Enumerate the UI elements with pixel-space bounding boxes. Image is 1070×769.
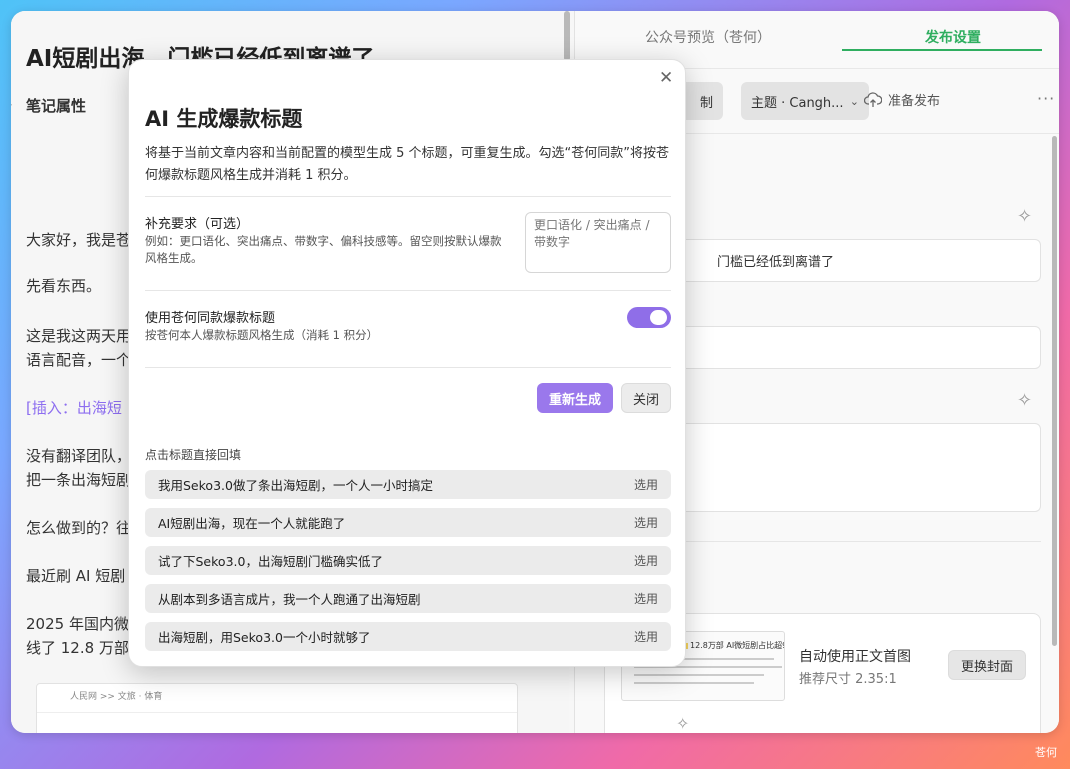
embed-caption: 人民网 >> 文旅 · 体育: [70, 692, 163, 702]
embedded-image: 人民网 >> 文旅 · 体育: [36, 683, 518, 733]
title-option[interactable]: 从剧本到多语言成片，我一个人跑通了出海短剧 选用: [145, 584, 671, 613]
close-icon[interactable]: ✕: [659, 68, 673, 88]
select-title-button[interactable]: 选用: [634, 552, 658, 569]
tab-publish-settings[interactable]: 发布设置: [925, 27, 981, 47]
title-option[interactable]: AI短剧出海，现在一个人就能跑了 选用: [145, 508, 671, 537]
doc-paragraph[interactable]: 怎么做到的？往: [26, 516, 131, 540]
title-option[interactable]: 出海短剧，用Seko3.0一个小时就够了 选用: [145, 622, 671, 651]
chevron-right-icon[interactable]: ›: [11, 97, 13, 113]
doc-paragraph[interactable]: 线了 12.8 万部: [26, 636, 129, 660]
doc-paragraph[interactable]: 把一条出海短剧: [26, 468, 131, 492]
regenerate-button[interactable]: 重新生成: [537, 383, 613, 413]
doc-paragraph[interactable]: 最近刷 AI 短剧: [26, 564, 125, 588]
sparkle-icon[interactable]: ✧: [1017, 390, 1032, 411]
watermark: 苍何: [1035, 746, 1057, 759]
doc-paragraph[interactable]: [插入：出海短: [26, 396, 122, 420]
doc-paragraph[interactable]: 大家好，我是苍: [26, 228, 131, 252]
same-style-label: 使用苍何同款爆款标题: [145, 311, 276, 326]
prepare-publish-button[interactable]: 准备发布: [864, 90, 940, 109]
doc-paragraph[interactable]: 先看东西。: [26, 274, 101, 298]
doc-paragraph[interactable]: 这是我这两天用: [26, 324, 131, 348]
close-button[interactable]: 关闭: [621, 383, 671, 413]
note-properties-label[interactable]: 笔记属性: [26, 95, 86, 116]
doc-paragraph[interactable]: 2025 年国内微: [26, 612, 129, 636]
more-options-icon[interactable]: ···: [1037, 89, 1055, 108]
select-title-button[interactable]: 选用: [634, 590, 658, 607]
results-label: 点击标题直接回填: [145, 448, 242, 462]
doc-paragraph[interactable]: 语言配音，一个: [26, 348, 131, 372]
extra-requirements-label: 补充要求（可选）: [145, 217, 250, 232]
cloud-upload-icon: [864, 91, 882, 107]
extra-requirements-hint: 例如：更口语化、突出痛点、带数字、偏科技感等。留空则按默认爆款风格生成。: [145, 234, 502, 265]
change-cover-button[interactable]: 更换封面: [948, 650, 1027, 680]
select-title-button[interactable]: 选用: [634, 476, 658, 493]
title-option[interactable]: 我用Seko3.0做了条出海短剧，一个人一小时搞定 选用: [145, 470, 671, 499]
select-title-button[interactable]: 选用: [634, 514, 658, 531]
panel-scrollbar[interactable]: [1052, 136, 1057, 646]
active-tab-underline: [842, 49, 1042, 51]
title-option[interactable]: 试了下Seko3.0，出海短剧门槛确实低了 选用: [145, 546, 671, 575]
sparkle-icon[interactable]: ✧: [1017, 206, 1032, 227]
title-option-text: 出海短剧，用Seko3.0一个小时就够了: [158, 630, 371, 645]
title-option-text: AI短剧出海，现在一个人就能跑了: [158, 516, 346, 531]
select-title-button[interactable]: 选用: [634, 628, 658, 645]
chevron-down-icon: ⌄: [849, 94, 859, 108]
cover-size-hint: 推荐尺寸 2.35:1: [799, 672, 897, 687]
dialog-description: 将基于当前文章内容和当前配置的模型生成 5 个标题，可重复生成。勾选“苍何同款”…: [145, 146, 670, 183]
same-style-toggle[interactable]: [627, 307, 671, 328]
title-option-text: 我用Seko3.0做了条出海短剧，一个人一小时搞定: [158, 478, 433, 493]
sparkle-icon[interactable]: ✧: [676, 714, 689, 733]
editor-scrollbar[interactable]: [564, 11, 570, 61]
theme-select[interactable]: 主题 · Cangh... ⌄: [741, 82, 869, 120]
title-option-text: 试了下Seko3.0，出海短剧门槛确实低了: [158, 554, 383, 569]
ai-title-dialog: ✕ AI 生成爆款标题 将基于当前文章内容和当前配置的模型生成 5 个标题，可重…: [128, 59, 686, 667]
cover-title: 自动使用正文首图: [799, 649, 911, 665]
title-option-text: 从剧本到多语言成片，我一个人跑通了出海短剧: [158, 592, 421, 607]
dialog-title: AI 生成爆款标题: [145, 107, 303, 131]
extra-requirements-input[interactable]: [525, 212, 671, 273]
doc-paragraph[interactable]: 没有翻译团队，: [26, 444, 131, 468]
tab-wechat-preview[interactable]: 公众号预览（苍何）: [645, 27, 771, 47]
same-style-hint: 按苍何本人爆款标题风格生成（消耗 1 积分）: [145, 328, 379, 342]
